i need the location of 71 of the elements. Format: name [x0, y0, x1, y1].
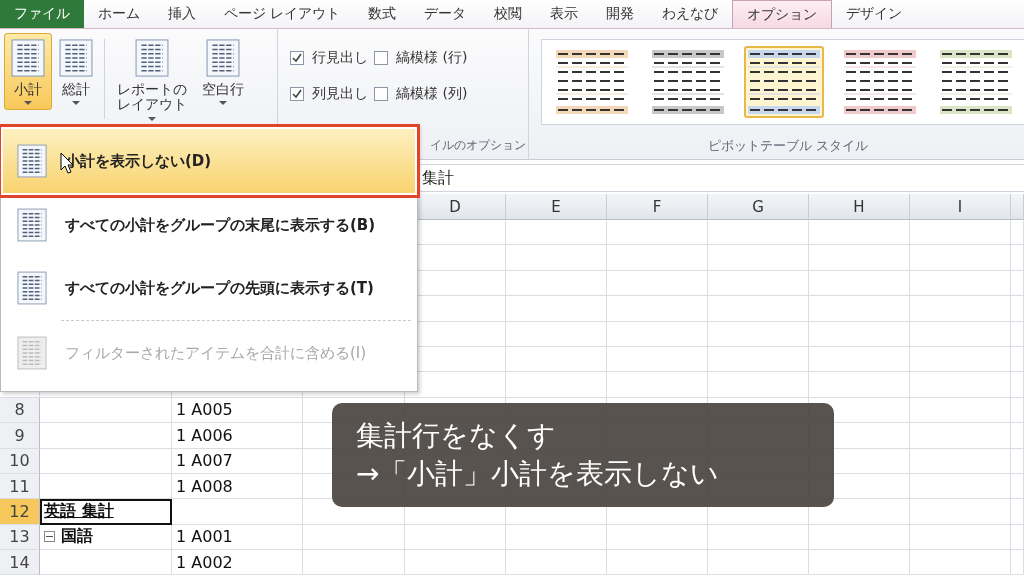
ribbon-tab[interactable]: オプション: [732, 0, 833, 28]
table-cell: 英語 集計: [40, 499, 172, 525]
table-icon: [11, 38, 45, 78]
collapse-icon[interactable]: [44, 531, 55, 543]
table-cell: [1011, 473, 1024, 500]
group-name: 国語: [61, 526, 93, 548]
table-cell: [1011, 423, 1024, 449]
row-header[interactable]: 13: [0, 524, 40, 551]
ribbon-tab[interactable]: 数式: [354, 0, 411, 28]
table-cell: 1 A002: [172, 550, 303, 576]
caption-text: →「小計」小計を表示しない: [356, 456, 721, 492]
table-cell: [1011, 499, 1024, 525]
ribbon-tab[interactable]: 挿入: [154, 0, 210, 28]
table-cell: [1011, 550, 1024, 576]
row-header[interactable]: 8: [0, 397, 40, 424]
table-style-swatch[interactable]: [744, 46, 824, 118]
column-header[interactable]: F: [607, 194, 708, 220]
row-header[interactable]: 11: [0, 473, 40, 500]
row-header[interactable]: 10: [0, 448, 40, 474]
table-cell: [1011, 220, 1024, 246]
table-cell: [1011, 448, 1024, 474]
table-cell: [1011, 524, 1024, 551]
caption-text: 集計行をなくす: [356, 418, 557, 455]
table-icon: [17, 335, 47, 371]
table-icon: [17, 143, 47, 179]
column-header[interactable]: G: [708, 194, 809, 220]
group-label: ピボットテーブル スタイル: [706, 137, 870, 155]
ribbon-tab[interactable]: ファイル: [0, 0, 84, 28]
ribbon-button[interactable]: 空白行: [195, 33, 251, 111]
ribbon-tab[interactable]: データ: [410, 0, 481, 28]
ribbon-tab[interactable]: デザイン: [832, 0, 917, 28]
table-cell: [1011, 270, 1024, 297]
ribbon-tab[interactable]: ホーム: [84, 0, 154, 28]
table-cell: 1 A006: [172, 423, 303, 449]
table-cell: 1 A007: [172, 448, 303, 474]
table-cell: [1011, 397, 1024, 424]
table-cell: [1011, 346, 1024, 373]
row-header[interactable]: 14: [0, 550, 40, 576]
ribbon-button[interactable]: 小計: [4, 33, 52, 111]
table-icon: [17, 270, 47, 306]
table-icon: [59, 38, 93, 78]
table-cell: [1011, 372, 1024, 398]
ribbon-tab[interactable]: 校閲: [480, 0, 537, 28]
row-header[interactable]: 12: [0, 499, 40, 525]
ribbon-tab[interactable]: ページ レイアウト: [210, 0, 355, 28]
checkbox[interactable]: 縞模様 (行): [374, 49, 468, 67]
checkmark-icon: [292, 53, 302, 63]
group-label: イルのオプション: [429, 137, 527, 154]
checkbox[interactable]: 行見出し: [290, 49, 368, 67]
table-cell: 1 A008: [172, 473, 303, 500]
ribbon-tab[interactable]: わえなび: [648, 0, 733, 28]
column-header[interactable]: I: [910, 194, 1011, 220]
menu-item[interactable]: すべての小計をグループの先頭に表示する(T): [3, 257, 415, 319]
table-cell: [1011, 296, 1024, 322]
ribbon-tab[interactable]: 開発: [592, 0, 649, 28]
table-cell: 1 A001: [172, 524, 303, 551]
ribbon-button[interactable]: 総計: [52, 33, 100, 111]
checkmark-icon: [292, 89, 302, 99]
table-cell: 1 A005: [172, 397, 303, 424]
column-header[interactable]: H: [809, 194, 910, 220]
checkbox[interactable]: 列見出し: [290, 85, 368, 103]
table-cell: [1011, 245, 1024, 271]
column-header[interactable]: E: [506, 194, 607, 220]
checkbox[interactable]: 縞模様 (列): [374, 85, 468, 103]
ribbon-tab[interactable]: 表示: [536, 0, 593, 28]
table-cell: [1011, 321, 1024, 347]
table-icon: [135, 38, 169, 78]
row-header[interactable]: 9: [0, 423, 40, 449]
table-icon: [17, 207, 47, 243]
table-icon: [206, 38, 240, 78]
ribbon-button[interactable]: レポートのレイアウト: [109, 33, 195, 126]
